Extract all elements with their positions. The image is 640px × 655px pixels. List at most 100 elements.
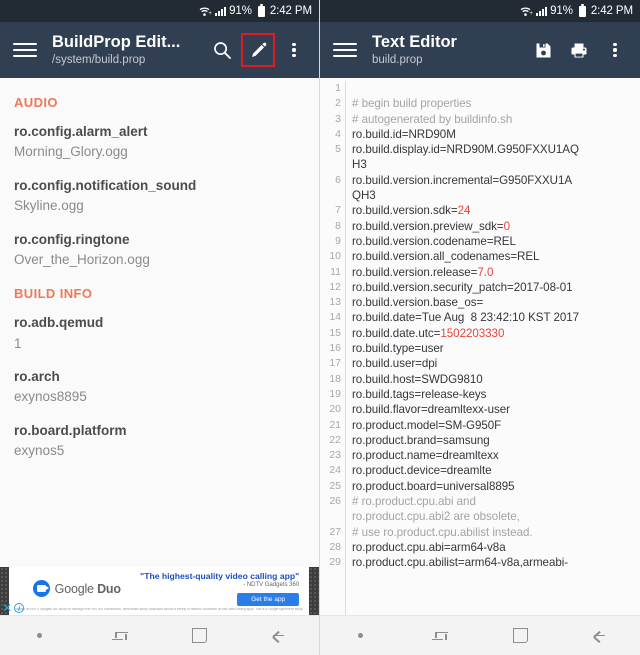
line-number: 25 xyxy=(329,479,341,492)
property-key: ro.arch xyxy=(14,369,60,385)
line-number: 16 xyxy=(329,342,341,355)
ad-fine-print: *Based on NDTV Gadgets 360 study for ave… xyxy=(14,608,304,612)
code-line: ro.build.id=NRD90M xyxy=(352,127,456,141)
code-line: ro.build.version.incremental=G950FXXU1A xyxy=(352,173,573,187)
property-key: ro.config.notification_sound xyxy=(14,177,197,193)
three-dots-overflow-icon[interactable] xyxy=(277,33,311,67)
code-line: ro.build.user=dpi xyxy=(352,357,438,371)
property-list[interactable]: AUDIO ro.config.alarm_alert Morning_Glor… xyxy=(0,78,319,567)
line-number-gutter: 1 2 3 4 5 6 7 8 9 10 11 12 13 14 15 16 17 18 19 20 21 22 23 24 2… xyxy=(320,81,346,615)
signal-icon xyxy=(536,6,548,16)
hamburger-menu-icon[interactable] xyxy=(328,33,362,67)
back-icon[interactable] xyxy=(249,616,309,655)
property-value: 1 xyxy=(14,335,22,351)
line-number: 29 xyxy=(329,556,341,569)
ad-right-pattern xyxy=(309,567,319,615)
section-header-build-info: BUILD INFO xyxy=(14,286,93,302)
back-icon[interactable] xyxy=(570,616,630,655)
signal-icon xyxy=(215,6,227,16)
line-number: 11 xyxy=(330,265,341,278)
code-number-literal: 7.0 xyxy=(477,265,494,279)
home-icon[interactable] xyxy=(490,616,550,655)
battery-icon xyxy=(257,3,265,17)
app-title-buildprop: BuildProp Edit... xyxy=(52,32,181,51)
line-number: 27 xyxy=(329,525,341,538)
nav-dot-indicator[interactable] xyxy=(330,616,390,655)
pencil-edit-icon[interactable] xyxy=(241,33,275,67)
wifi-icon: + xyxy=(520,6,534,17)
ad-citation: - NDTV Gadgets 360 xyxy=(243,582,300,589)
property-key: ro.config.alarm_alert xyxy=(14,124,148,139)
home-icon[interactable] xyxy=(169,616,229,655)
ad-content[interactable]: Google Duo "The highest-quality video ca… xyxy=(8,567,310,615)
printer-icon[interactable] xyxy=(562,33,596,67)
three-dots-overflow-icon[interactable] xyxy=(598,33,632,67)
hamburger-menu-icon[interactable] xyxy=(8,33,42,67)
property-row[interactable]: ro.config.ringtone Over_the_Horizon.ogg xyxy=(14,231,305,270)
property-row[interactable]: ro.adb.qemud 1 xyxy=(14,314,305,353)
ad-copy-group: "The highest-quality video calling app" … xyxy=(140,571,303,607)
property-key: ro.adb.qemud xyxy=(14,315,104,331)
recents-icon[interactable] xyxy=(410,616,470,655)
line-number: 24 xyxy=(329,464,341,477)
line-number: 18 xyxy=(329,372,341,385)
battery-percent-label: 91% xyxy=(229,5,252,17)
toolbar-buildprop: BuildProp Edit... /system/build.prop xyxy=(0,22,319,78)
right-panel-text-editor: + 91% 2:42 PM Text Editor build.prop 1 2… xyxy=(320,0,640,655)
line-number-wrap xyxy=(320,188,341,203)
toolbar-actions-left xyxy=(205,33,311,67)
file-path-subtitle: /system/build.prop xyxy=(52,53,146,66)
code-editor[interactable]: 1 2 3 4 5 6 7 8 9 10 11 12 13 14 15 16 17 18 19 20 21 22 23 24 2… xyxy=(320,78,640,615)
code-line: ro.product.cpu.abi=arm64-v8a xyxy=(352,540,506,554)
code-line: ro.product.name=dreamltexx xyxy=(352,449,499,463)
code-line: # use ro.product.cpu.abilist instead. xyxy=(352,525,533,539)
line-number: 12 xyxy=(329,280,341,293)
line-number: 8 xyxy=(335,219,341,232)
ad-close-icon[interactable]: ✕ xyxy=(2,602,12,614)
file-name-subtitle: build.prop xyxy=(372,53,423,66)
property-key: ro.config.ringtone xyxy=(14,231,130,247)
property-value: Skyline.ogg xyxy=(14,198,84,213)
ad-info-icon[interactable]: i xyxy=(14,603,25,613)
code-line: ro.build.version.security_patch=2017-08-… xyxy=(352,280,573,294)
left-panel-buildprop-editor: + 91% 2:42 PM BuildProp Edit... /system/… xyxy=(0,0,320,655)
property-row[interactable]: ro.config.notification_sound Skyline.ogg xyxy=(14,177,305,216)
code-line: ro.product.device=dreamlte xyxy=(352,464,492,478)
search-icon[interactable] xyxy=(205,33,239,67)
line-number: 7 xyxy=(335,204,341,217)
code-text-area[interactable]: # begin build properties # autogenerated … xyxy=(346,81,640,615)
nav-dot-indicator[interactable] xyxy=(10,616,70,655)
code-line: ro.build.version.codename=REL xyxy=(352,234,516,248)
line-number: 5 xyxy=(335,143,341,156)
advertisement-banner[interactable]: Google Duo "The highest-quality video ca… xyxy=(0,567,319,615)
line-number: 26 xyxy=(329,495,341,508)
code-line: ro.build.date.utc=1502203330 xyxy=(352,326,505,340)
code-line: ro.build.version.release=7.0 xyxy=(352,265,494,279)
code-line: ro.build.version.base_os= xyxy=(352,296,484,310)
line-number: 15 xyxy=(329,326,341,339)
floppy-save-icon[interactable] xyxy=(526,33,560,67)
property-row[interactable]: ro.config.alarm_alert Morning_Glory.ogg xyxy=(14,123,305,162)
status-bar-icons-right: + 91% 2:42 PM xyxy=(520,3,633,17)
status-bar-icons-left: + 91% 2:42 PM xyxy=(199,3,312,17)
toolbar-title-group-left: BuildProp Edit... /system/build.prop xyxy=(52,33,205,68)
ad-cta-button[interactable]: Get the app xyxy=(237,593,300,607)
code-line: ro.product.cpu.abilist=arm64-v8a,armeabi… xyxy=(352,556,569,570)
code-line: ro.build.version.all_codenames=REL xyxy=(352,250,540,264)
toolbar-actions-right xyxy=(526,33,632,67)
line-number: 13 xyxy=(329,296,341,309)
battery-percent-label: 91% xyxy=(550,5,573,17)
code-line: ro.build.display.id=NRD90M.G950FXXU1AQ xyxy=(352,143,579,157)
section-audio: AUDIO ro.config.alarm_alert Morning_Glor… xyxy=(14,95,305,269)
status-bar-left: + 91% 2:42 PM xyxy=(0,0,319,22)
recents-icon[interactable] xyxy=(90,616,150,655)
status-bar-right: + 91% 2:42 PM xyxy=(320,0,640,22)
line-number: 10 xyxy=(329,250,341,263)
property-value: Morning_Glory.ogg xyxy=(14,144,128,160)
code-line: ro.build.tags=release-keys xyxy=(352,387,487,401)
code-line: # autogenerated by buildinfo.sh xyxy=(352,112,513,126)
code-line: H3 xyxy=(352,158,367,172)
property-row[interactable]: ro.board.platform exynos5 xyxy=(14,422,305,461)
toolbar-title-group-right: Text Editor build.prop xyxy=(372,33,526,68)
property-row[interactable]: ro.arch exynos8895 xyxy=(14,368,305,407)
